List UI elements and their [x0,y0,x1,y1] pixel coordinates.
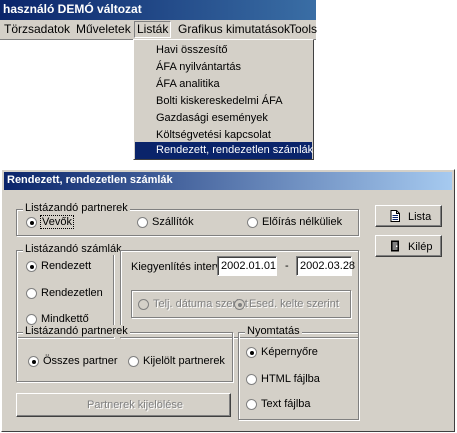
radio-eloiras-nelkuliek-indicator [247,217,258,228]
app-title-bar: használó DEMÓ változat [0,0,316,20]
menu-item-afa-nyilvantartas[interactable]: ÁFA nyilvántartás [135,59,312,76]
menu-tools[interactable]: Tools [289,22,317,36]
select-partners-button-label: Partnerek kijelölése [87,399,183,411]
partners-group-label: Listázandó partnerek [23,202,130,214]
menu-item-afa-analitika[interactable]: ÁFA analitika [135,76,312,93]
radio-mindketto-indicator [26,314,37,325]
interval-label: Kiegyenlítés interv.: [131,261,227,273]
radio-rendezett-indicator [26,261,37,272]
menu-item-gazdasagi-esemenyek[interactable]: Gazdasági események [135,110,312,127]
interval-separator: - [285,260,289,272]
partners-selection-group: Listázandó partnerek Összes partner Kije… [16,325,233,382]
radio-vevok-label: Vevők [40,215,74,229]
dialog-title: Rendezett, rendezetlen számlák [7,174,173,186]
radio-vevok-indicator [26,217,37,228]
radio-kepernyore-label: Képernyőre [261,346,318,358]
menu-torzsadatok[interactable]: Törzsadatok [4,22,70,36]
dialog-title-bar: Rendezett, rendezetlen számlák [4,172,452,190]
radio-html-fajlba-indicator [246,374,257,385]
invoices-group-label: Listázandó számlák [23,243,124,255]
select-partners-button[interactable]: Partnerek kijelölése [16,393,231,417]
invoice-list-dialog: Rendezett, rendezetlen számlák Listázand… [1,169,455,432]
radio-text-fajlba-indicator [246,399,257,410]
listak-dropdown-menu: Havi összesítő ÁFA nyilvántartás ÁFA ana… [133,39,314,160]
radio-osszes-partner-indicator [28,356,39,367]
radio-mindketto-label: Mindkettő [41,313,89,325]
print-group-label: Nyomtatás [245,325,302,337]
date-mode-group: Telj. dátuma szerint Esed. kelte szerint [131,290,351,318]
radio-rendezett-label: Rendezett [41,260,92,272]
radio-osszes-partner-label: Összes partner [43,355,118,367]
radio-rendezetlen-indicator [26,288,37,299]
radio-esed-kelte-label: Esed. kelte szerint [249,298,339,310]
app-window: használó DEMÓ változat Törzsadatok Művel… [0,0,317,160]
menu-item-bolti-kiskereskedelmi-afa[interactable]: Bolti kiskereskedelmi ÁFA [135,93,312,110]
partners-selection-group-label: Listázandó partnerek [23,325,130,337]
exit-button-label: Kilép [408,241,433,253]
radio-text-fajlba-label: Text fájlba [261,398,311,410]
radio-kepernyore-indicator [246,347,257,358]
radio-kijelolt-partnerek-indicator [128,356,139,367]
radio-rendezetlen-label: Rendezetlen [41,287,103,299]
radio-esed-kelte-indicator [234,299,245,310]
app-title: használó DEMÓ változat [3,2,142,16]
menu-item-rendezett-rendezetlen-szamlak[interactable]: Rendezett, rendezetlen számlák [135,142,313,159]
list-button[interactable]: Lista [375,205,442,227]
menu-bar: Törzsadatok Műveletek Listák Grafikus ki… [0,20,317,40]
menu-listak[interactable]: Listák [134,21,172,38]
menu-grafikus-kimutatasok[interactable]: Grafikus kimutatások [178,22,290,36]
partners-group: Listázandó partnerek Vevők Szállítók Elő… [16,202,359,236]
radio-eloiras-nelkuliek-label: Előírás nélküliek [262,216,343,228]
exit-door-icon [391,240,399,252]
exit-button[interactable]: Kilép [375,235,442,257]
interval-to-field[interactable]: 2002.03.28 [296,256,355,276]
radio-szallitok-label: Szállítók [152,216,194,228]
document-icon [390,210,400,222]
interval-from-field[interactable]: 2002.01.01 [217,256,277,276]
radio-html-fajlba-label: HTML fájlba [261,373,320,385]
radio-szallitok-indicator [137,217,148,228]
list-button-label: Lista [408,211,432,223]
menu-item-havi-osszesito[interactable]: Havi összesítő [135,42,312,59]
radio-telj-datuma-indicator [138,299,149,310]
print-group: Nyomtatás Képernyőre HTML fájlba Text fá… [238,325,359,420]
interval-group: Kiegyenlítés interv.: 2002.01.01 - 2002.… [120,250,359,338]
menu-muveletek[interactable]: Műveletek [76,22,131,36]
radio-kijelolt-partnerek-label: Kijelölt partnerek [143,355,225,367]
